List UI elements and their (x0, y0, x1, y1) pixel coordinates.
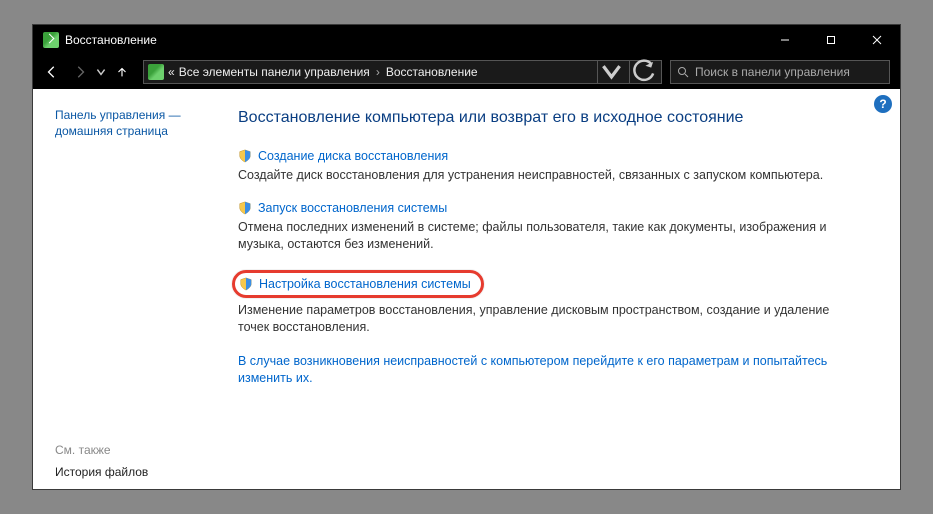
forward-button[interactable] (67, 59, 93, 85)
run-system-restore-desc: Отмена последних изменений в системе; фа… (238, 219, 848, 254)
title-bar: Восстановление (33, 25, 900, 55)
breadcrumb-prefix: « (168, 65, 175, 79)
back-button[interactable] (39, 59, 65, 85)
highlight-ring: Настройка восстановления системы (232, 270, 484, 298)
nav-bar: « Все элементы панели управления › Восст… (33, 55, 900, 89)
help-button[interactable]: ? (874, 95, 892, 113)
window: Восстановление « (32, 24, 901, 490)
breadcrumb-root[interactable]: Все элементы панели управления (179, 65, 370, 79)
recent-locations-button[interactable] (95, 59, 107, 85)
configure-system-restore-link[interactable]: Настройка восстановления системы (259, 277, 471, 291)
run-system-restore-link[interactable]: Запуск восстановления системы (258, 201, 447, 215)
see-also-heading: См. также (55, 443, 220, 457)
search-icon (677, 66, 689, 78)
file-history-link[interactable]: История файлов (55, 465, 220, 479)
shield-icon (239, 277, 253, 291)
breadcrumb-separator-icon: › (374, 65, 382, 79)
control-panel-icon (148, 64, 164, 80)
create-recovery-drive-desc: Создайте диск восстановления для устране… (238, 167, 848, 185)
content-area: Панель управления — домашняя страница См… (33, 89, 900, 489)
sidebar: Панель управления — домашняя страница См… (33, 89, 228, 489)
window-controls (762, 25, 900, 55)
go-to-pc-settings-link[interactable]: В случае возникновения неисправностей с … (238, 353, 858, 388)
address-dropdown-button[interactable] (597, 60, 625, 84)
main-panel: ? Восстановление компьютера или возврат … (228, 89, 900, 489)
shield-icon (238, 201, 252, 215)
app-icon (43, 32, 59, 48)
configure-system-restore-desc: Изменение параметров восстановления, упр… (238, 302, 848, 337)
page-title: Восстановление компьютера или возврат ег… (238, 109, 880, 127)
address-bar[interactable]: « Все элементы панели управления › Восст… (143, 60, 662, 84)
breadcrumb-current[interactable]: Восстановление (386, 65, 478, 79)
minimize-button[interactable] (762, 25, 808, 55)
up-button[interactable] (109, 59, 135, 85)
control-panel-home-link[interactable]: Панель управления — домашняя страница (55, 107, 220, 139)
search-input[interactable]: Поиск в панели управления (670, 60, 890, 84)
option-configure-system-restore: Настройка восстановления системы Изменен… (238, 270, 880, 337)
maximize-button[interactable] (808, 25, 854, 55)
option-run-system-restore: Запуск восстановления системы Отмена пос… (238, 201, 880, 254)
window-title: Восстановление (65, 33, 157, 47)
option-create-recovery-drive: Создание диска восстановления Создайте д… (238, 149, 880, 185)
search-placeholder: Поиск в панели управления (695, 65, 850, 79)
close-button[interactable] (854, 25, 900, 55)
shield-icon (238, 149, 252, 163)
refresh-button[interactable] (629, 60, 657, 84)
create-recovery-drive-link[interactable]: Создание диска восстановления (258, 149, 448, 163)
